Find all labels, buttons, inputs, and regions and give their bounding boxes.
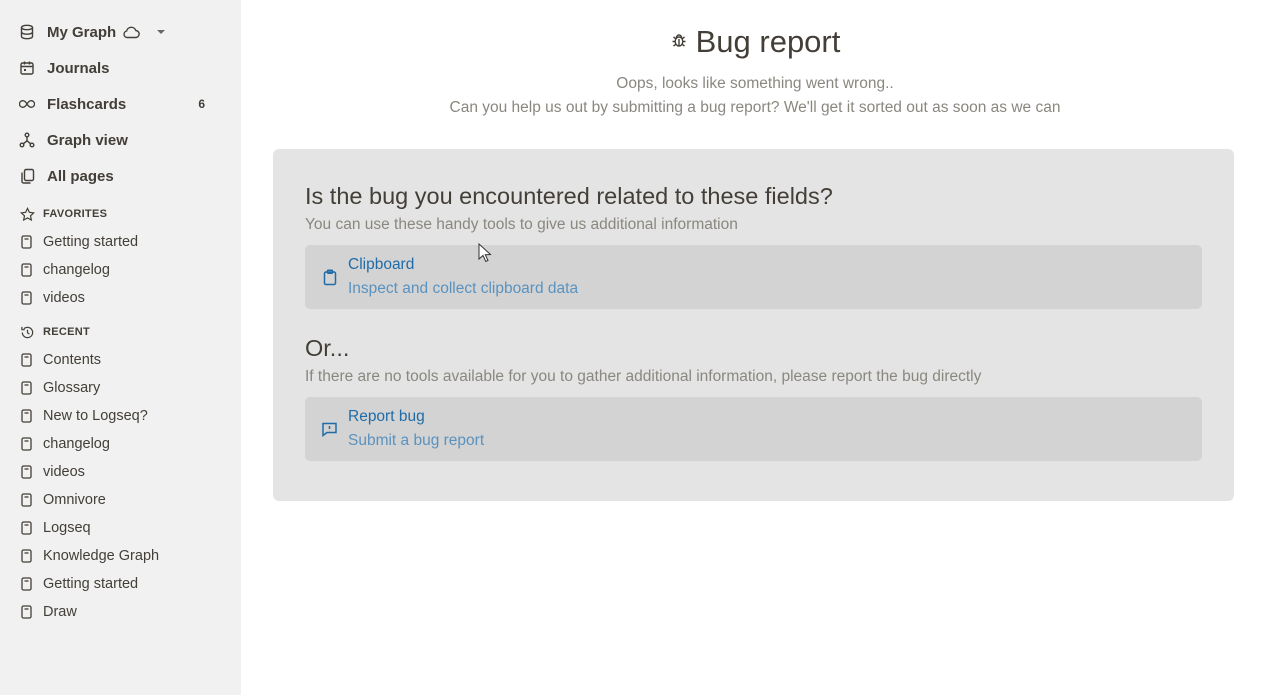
page-icon: [20, 353, 32, 367]
sidebar-page-item[interactable]: Contents: [0, 346, 241, 374]
page-icon: [20, 263, 32, 277]
page-subtitle: Oops, looks like something went wrong.. …: [241, 72, 1269, 120]
chevron-down-icon[interactable]: [156, 29, 166, 35]
sidebar-page-item[interactable]: Glossary: [0, 374, 241, 402]
sidebar-item-all-pages[interactable]: All pages: [0, 158, 241, 194]
page-item-label: Getting started: [43, 576, 139, 592]
page-icon: [20, 577, 32, 591]
sidebar-page-item[interactable]: changelog: [0, 256, 241, 284]
sidebar-item-label: All pages: [47, 167, 114, 185]
graph-name: My Graph: [47, 23, 117, 41]
favorites-list: Getting started changelog videos: [0, 228, 241, 312]
recent-heading[interactable]: RECENT: [0, 318, 241, 346]
sidebar-page-item[interactable]: Knowledge Graph: [0, 542, 241, 570]
sidebar-item-graph-view[interactable]: Graph view: [0, 122, 241, 158]
clipboard-tool-title: Clipboard: [348, 256, 415, 273]
cloud-icon: [122, 26, 141, 39]
calendar-icon: [19, 60, 35, 76]
page-item-label: Draw: [43, 604, 77, 620]
message-report-icon: [321, 421, 338, 438]
subtitle-line-1: Oops, looks like something went wrong..: [616, 75, 894, 92]
sidebar-page-item[interactable]: videos: [0, 284, 241, 312]
report-bug-button[interactable]: Report bug Submit a bug report: [305, 397, 1202, 461]
report-bug-subtitle: Submit a bug report: [348, 432, 485, 449]
sidebar-page-item[interactable]: Omnivore: [0, 486, 241, 514]
bug-report-header: Bug report Oops, looks like something we…: [241, 0, 1269, 120]
page-item-label: Omnivore: [43, 492, 106, 508]
page-icon: [20, 235, 32, 249]
star-icon: [19, 206, 35, 222]
page-item-label: Glossary: [43, 380, 101, 396]
page-item-label: Knowledge Graph: [43, 548, 160, 564]
sidebar-item-label: Graph view: [47, 131, 128, 149]
page-icon: [20, 549, 32, 563]
pages-icon: [19, 168, 35, 184]
graph-selector[interactable]: My Graph: [0, 14, 241, 50]
sidebar-page-item[interactable]: Getting started: [0, 228, 241, 256]
page-item-label: Getting started: [43, 234, 139, 250]
page-item-label: changelog: [43, 436, 110, 452]
left-sidebar: My Graph Journals Flashcards 6 Graph vie…: [0, 0, 241, 695]
page-icon: [20, 381, 32, 395]
page-item-label: Logseq: [43, 520, 91, 536]
sidebar-item-label: Journals: [47, 59, 110, 77]
page-icon: [20, 465, 32, 479]
sidebar-page-item[interactable]: Logseq: [0, 514, 241, 542]
clipboard-icon: [321, 268, 338, 286]
sidebar-item-journals[interactable]: Journals: [0, 50, 241, 86]
page-icon: [20, 437, 32, 451]
fields-description: You can use these handy tools to give us…: [305, 216, 738, 233]
flashcards-count-badge: 6: [198, 97, 205, 111]
sidebar-item-label: Flashcards: [47, 95, 127, 113]
clipboard-tool-button[interactable]: Clipboard Inspect and collect clipboard …: [305, 245, 1202, 309]
sidebar-page-item[interactable]: New to Logseq?: [0, 402, 241, 430]
page-icon: [20, 409, 32, 423]
subtitle-line-2: Can you help us out by submitting a bug …: [449, 99, 1061, 116]
page-item-label: Contents: [43, 352, 102, 368]
page-icon: [20, 493, 32, 507]
mouse-cursor-icon: [478, 242, 492, 268]
sidebar-page-item[interactable]: changelog: [0, 430, 241, 458]
bug-report-panel: Is the bug you encountered related to th…: [273, 149, 1234, 501]
sidebar-item-flashcards[interactable]: Flashcards 6: [0, 86, 241, 122]
title-row: Bug report: [241, 24, 1269, 60]
favorites-label: FAVORITES: [43, 208, 108, 220]
page-item-label: New to Logseq?: [43, 408, 148, 424]
page-icon: [20, 521, 32, 535]
page-title: Bug report: [695, 24, 841, 59]
bug-icon: [670, 31, 688, 54]
page-item-label: videos: [43, 464, 85, 480]
clipboard-tool-text: Clipboard Inspect and collect clipboard …: [348, 253, 578, 301]
database-icon: [19, 24, 35, 40]
page-icon: [20, 291, 32, 305]
history-icon: [19, 324, 35, 340]
fields-heading: Is the bug you encountered related to th…: [305, 183, 833, 209]
report-bug-text: Report bug Submit a bug report: [348, 405, 484, 453]
infinity-icon: [19, 96, 35, 112]
page-icon: [20, 605, 32, 619]
sidebar-page-item[interactable]: videos: [0, 458, 241, 486]
recent-label: RECENT: [43, 326, 91, 338]
page-item-label: videos: [43, 290, 85, 306]
or-heading: Or...: [305, 335, 350, 361]
clipboard-tool-subtitle: Inspect and collect clipboard data: [348, 280, 579, 297]
graph-icon: [19, 132, 35, 148]
favorites-heading[interactable]: FAVORITES: [0, 200, 241, 228]
page-item-label: changelog: [43, 262, 110, 278]
report-bug-title: Report bug: [348, 408, 425, 425]
sidebar-page-item[interactable]: Draw: [0, 598, 241, 626]
or-description: If there are no tools available for you …: [305, 368, 982, 385]
main-content: Bug report Oops, looks like something we…: [241, 0, 1269, 695]
app-root: My Graph Journals Flashcards 6 Graph vie…: [0, 0, 1269, 695]
recent-list: Contents Glossary New to Logseq? changelog v…: [0, 346, 241, 626]
sidebar-page-item[interactable]: Getting started: [0, 570, 241, 598]
